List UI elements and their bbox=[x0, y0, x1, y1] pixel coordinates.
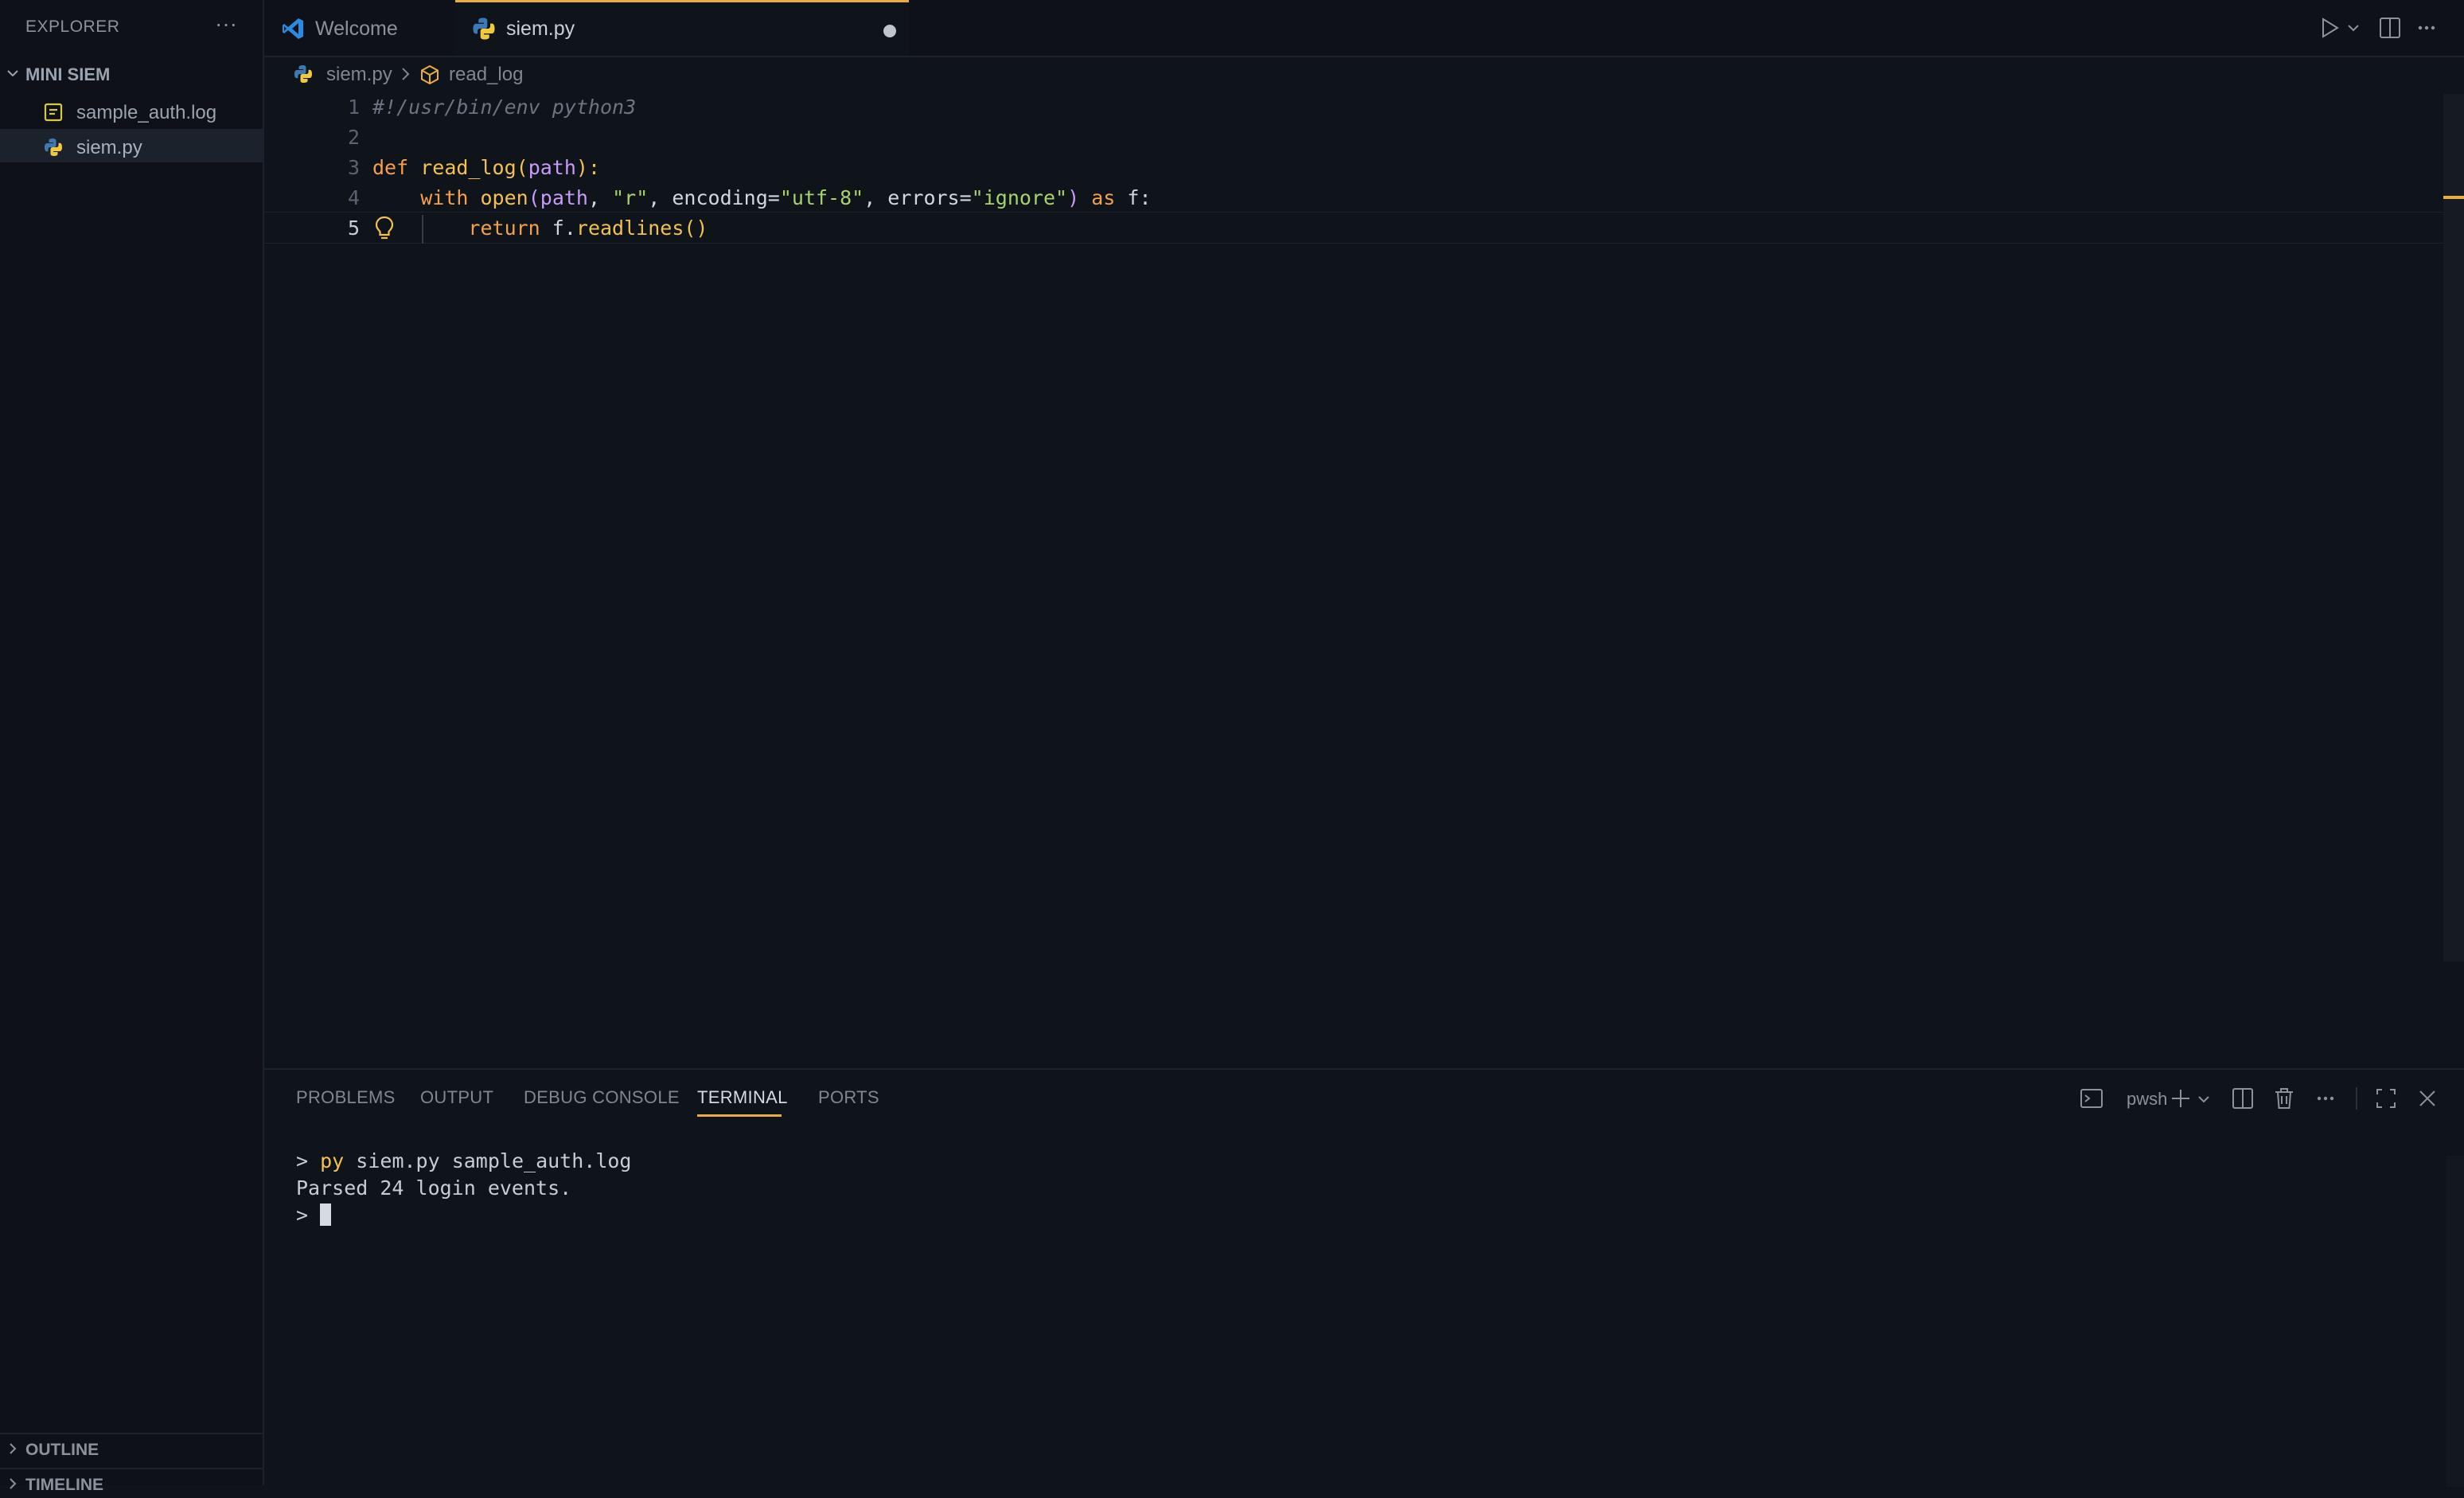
tab-terminal[interactable]: TERMINAL bbox=[697, 1087, 788, 1108]
maximize-panel-icon[interactable] bbox=[2373, 1086, 2399, 1111]
chevron-right-icon bbox=[10, 1478, 17, 1489]
terminal-line-command: > py siem.py sample_auth.log bbox=[296, 1149, 631, 1172]
python-icon bbox=[473, 18, 495, 40]
terminal-cursor bbox=[320, 1203, 332, 1226]
shebang-comment: #!/usr/bin/env python3 bbox=[372, 96, 637, 119]
breadcrumb-symbol[interactable]: read_log bbox=[449, 64, 523, 86]
terminal-cmd: py bbox=[320, 1149, 345, 1172]
outline-section[interactable]: OUTLINE bbox=[0, 1433, 263, 1463]
shell-name[interactable]: pwsh bbox=[2127, 1089, 2167, 1110]
file-item-sample-auth-log[interactable]: sample_auth.log bbox=[0, 94, 263, 127]
explorer-sidebar: EXPLORER ··· MINI SIEM sample_auth.log s… bbox=[0, 0, 264, 1494]
symbol-method-icon bbox=[421, 64, 439, 85]
line-number: 3 bbox=[347, 156, 360, 179]
editor-scrollbar[interactable] bbox=[2443, 94, 2464, 962]
explorer-title: EXPLORER bbox=[25, 18, 120, 36]
token-var: f: bbox=[1127, 186, 1152, 209]
token-kwarg: , encoding= bbox=[648, 186, 780, 209]
bottom-panel: PROBLEMS OUTPUT DEBUG CONSOLE TERMINAL P… bbox=[264, 1068, 2464, 1487]
line-number: 2 bbox=[347, 126, 360, 149]
tab-problems[interactable]: PROBLEMS bbox=[296, 1087, 396, 1108]
code-line-4: with open(path, "r", encoding="utf-8", e… bbox=[372, 186, 1152, 209]
token-var: f. bbox=[552, 217, 576, 240]
editor-tab-bar: Welcome siem.py bbox=[264, 0, 2464, 57]
terminal-line-input[interactable]: > bbox=[296, 1203, 332, 1227]
token-keyword: return bbox=[468, 217, 540, 240]
close-panel-icon[interactable] bbox=[2415, 1086, 2440, 1111]
more-actions-icon[interactable]: ··· bbox=[215, 11, 237, 37]
chevron-down-icon[interactable] bbox=[2197, 1092, 2211, 1106]
line-number: 4 bbox=[347, 186, 360, 209]
split-editor-icon[interactable] bbox=[2376, 14, 2404, 41]
token-keyword: as bbox=[1091, 186, 1116, 209]
terminal-prompt: > bbox=[296, 1149, 309, 1172]
token-keyword: def bbox=[372, 156, 409, 179]
tab-label: siem.py bbox=[506, 18, 575, 40]
python-icon bbox=[294, 65, 312, 83]
token-function: read_log bbox=[420, 156, 517, 179]
token-punct: , bbox=[588, 186, 613, 209]
chevron-down-icon bbox=[7, 70, 18, 77]
run-icon[interactable] bbox=[2316, 14, 2343, 41]
file-label: sample_auth.log bbox=[76, 102, 217, 123]
chevron-right-icon bbox=[10, 1443, 17, 1454]
token-paren: () bbox=[684, 217, 708, 240]
terminal-output: Parsed 24 login events. bbox=[296, 1176, 572, 1200]
token-paren: ( bbox=[528, 186, 540, 209]
token-paren: ) bbox=[1067, 186, 1080, 209]
timeline-section[interactable]: TIMELINE bbox=[0, 1468, 263, 1498]
split-terminal-icon[interactable] bbox=[2230, 1086, 2255, 1111]
more-actions-icon[interactable] bbox=[2413, 14, 2440, 41]
chevron-right-icon bbox=[402, 68, 410, 80]
outline-label: OUTLINE bbox=[25, 1441, 99, 1459]
tab-welcome[interactable]: Welcome bbox=[264, 0, 455, 56]
token-paren: ): bbox=[575, 156, 601, 179]
token-string: "r" bbox=[612, 186, 649, 209]
tab-output[interactable]: OUTPUT bbox=[420, 1087, 493, 1108]
line-number: 1 bbox=[347, 96, 360, 119]
timeline-label: TIMELINE bbox=[25, 1476, 103, 1494]
vscode-logo-icon bbox=[283, 18, 303, 39]
more-actions-icon[interactable] bbox=[2313, 1086, 2338, 1111]
tab-ports[interactable]: PORTS bbox=[818, 1087, 879, 1108]
log-file-icon bbox=[44, 103, 63, 122]
toolbar-divider bbox=[2356, 1087, 2357, 1110]
token-string: "utf-8" bbox=[779, 186, 864, 209]
token-function: open bbox=[480, 186, 528, 209]
new-terminal-icon[interactable] bbox=[2168, 1086, 2193, 1111]
trash-icon[interactable] bbox=[2271, 1086, 2297, 1111]
terminal-args: siem.py sample_auth.log bbox=[356, 1149, 632, 1172]
token-string: "ignore" bbox=[971, 186, 1068, 209]
code-editor[interactable]: 1 2 3 4 5 #!/usr/bin/env python3 def rea… bbox=[264, 89, 2445, 1068]
code-line-3: def read_log(path): bbox=[372, 156, 600, 179]
breadcrumb-file[interactable]: siem.py bbox=[326, 64, 392, 86]
tab-siem-py[interactable]: siem.py bbox=[455, 0, 909, 56]
code-line-5: return f.readlines() bbox=[372, 217, 708, 240]
breadcrumb: siem.py read_log bbox=[264, 57, 2464, 89]
run-options-chevron-icon[interactable] bbox=[2346, 21, 2361, 35]
tab-debug-console[interactable]: DEBUG CONSOLE bbox=[524, 1087, 680, 1108]
folder-mini-siem[interactable]: MINI SIEM bbox=[0, 62, 263, 88]
python-icon bbox=[45, 138, 62, 156]
file-label: siem.py bbox=[76, 137, 142, 158]
terminal-prompt: > bbox=[296, 1203, 309, 1227]
terminal-icon bbox=[2080, 1089, 2103, 1108]
token-param: path bbox=[540, 186, 588, 209]
token-kwarg: , errors= bbox=[864, 186, 972, 209]
token-paren: ( bbox=[516, 156, 528, 179]
tab-label: Welcome bbox=[315, 18, 398, 40]
scrollbar-marker bbox=[2443, 196, 2464, 199]
line-number: 5 bbox=[347, 217, 360, 240]
unsaved-dot-icon[interactable] bbox=[883, 25, 896, 37]
active-tab-indicator bbox=[697, 1114, 782, 1117]
token-keyword: with bbox=[420, 186, 469, 209]
token-param: path bbox=[528, 156, 576, 179]
folder-label: MINI SIEM bbox=[25, 64, 111, 84]
terminal-scrollbar[interactable] bbox=[2446, 1156, 2464, 1487]
token-method: readlines bbox=[575, 217, 684, 240]
code-line-1: #!/usr/bin/env python3 bbox=[372, 96, 636, 119]
file-item-siem-py[interactable]: siem.py bbox=[0, 129, 263, 162]
